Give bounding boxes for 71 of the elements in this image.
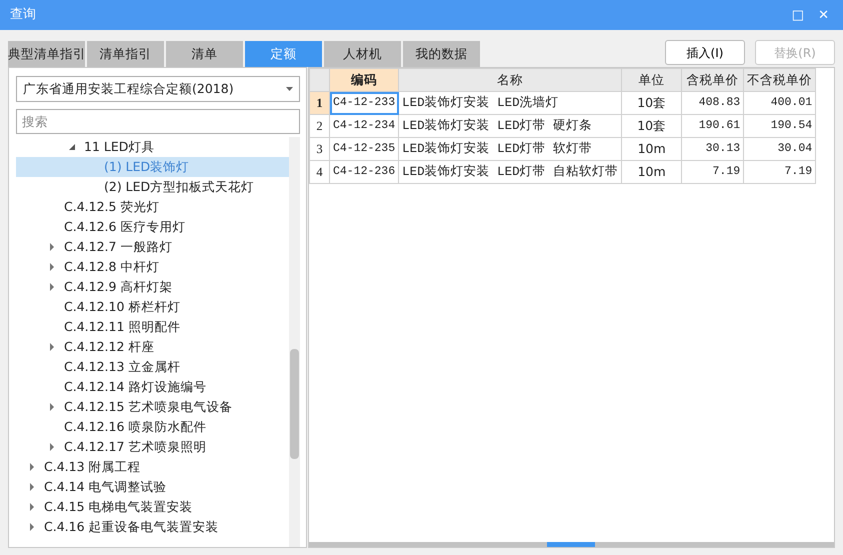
collapsed-arrow-icon[interactable] bbox=[28, 463, 36, 471]
collapsed-arrow-icon[interactable] bbox=[48, 403, 56, 411]
table-cell: C4-12-234 bbox=[330, 114, 399, 138]
table-cell: 7.19 bbox=[744, 160, 816, 184]
table-cell: 30.13 bbox=[682, 138, 744, 160]
tab[interactable]: 典型清单指引 bbox=[8, 41, 85, 67]
tree-item[interactable]: C.4.12.10 桥栏杆灯 bbox=[16, 297, 289, 317]
row-number[interactable]: 1 bbox=[310, 92, 330, 114]
table-cell: 408.83 bbox=[682, 92, 744, 114]
tree-item[interactable]: 11 LED灯具 bbox=[16, 137, 289, 157]
tree-item[interactable]: C.4.12.7 一般路灯 bbox=[16, 237, 289, 257]
row-number[interactable]: 2 bbox=[310, 114, 330, 138]
table-cell: LED装饰灯安装 LED洗墙灯 bbox=[398, 92, 622, 114]
row-number[interactable]: 4 bbox=[310, 160, 330, 184]
table-cell: 30.04 bbox=[744, 138, 816, 160]
column-header[interactable]: 单位 bbox=[622, 68, 682, 92]
insert-button[interactable]: 插入(I) bbox=[665, 40, 745, 65]
collapsed-arrow-icon[interactable] bbox=[28, 503, 36, 511]
column-header[interactable]: 不含税单价 bbox=[744, 68, 816, 92]
tree-item[interactable]: C.4.12.6 医疗专用灯 bbox=[16, 217, 289, 237]
tree-item[interactable]: C.4.13 附属工程 bbox=[16, 457, 289, 477]
table-cell: C4-12-233 bbox=[330, 92, 399, 114]
tree-item[interactable]: C.4.15 电梯电气装置安装 bbox=[16, 497, 289, 517]
column-header[interactable]: 编码 bbox=[330, 68, 399, 92]
table-cell: LED装饰灯安装 LED灯带 硬灯条 bbox=[398, 114, 622, 138]
collapsed-arrow-icon[interactable] bbox=[48, 443, 56, 451]
table-cell: C4-12-236 bbox=[330, 160, 399, 184]
tree-item[interactable]: C.4.12.17 艺术喷泉照明 bbox=[16, 437, 289, 457]
tree-item[interactable]: C.4.12.8 中杆灯 bbox=[16, 257, 289, 277]
tree-item[interactable]: C.4.12.5 荧光灯 bbox=[16, 197, 289, 217]
tree-item[interactable]: C.4.12.12 杆座 bbox=[16, 337, 289, 357]
tab[interactable]: 人材机 bbox=[324, 41, 401, 67]
tree-item[interactable]: C.4.12.15 艺术喷泉电气设备 bbox=[16, 397, 289, 417]
library-dropdown[interactable]: 广东省通用安装工程综合定额(2018) bbox=[16, 76, 300, 102]
tree-item[interactable]: C.4.12.11 照明配件 bbox=[16, 317, 289, 337]
tree-item[interactable]: C.4.16 起重设备电气装置安装 bbox=[16, 517, 289, 537]
row-number[interactable]: 3 bbox=[310, 138, 330, 160]
collapsed-arrow-icon[interactable] bbox=[48, 343, 56, 351]
table-cell: LED装饰灯安装 LED灯带 软灯带 bbox=[398, 138, 622, 160]
table-cell: 190.61 bbox=[682, 114, 744, 138]
expanded-arrow-icon[interactable] bbox=[68, 143, 76, 151]
tree-item[interactable]: (2) LED方型扣板式天花灯 bbox=[16, 177, 289, 197]
tree-item[interactable]: C.4.12.13 立金属杆 bbox=[16, 357, 289, 377]
table-cell: 10m bbox=[622, 160, 682, 184]
collapsed-arrow-icon[interactable] bbox=[48, 243, 56, 251]
tree-item[interactable]: C.4.14 电气调整试验 bbox=[16, 477, 289, 497]
scrollbar[interactable] bbox=[289, 137, 300, 547]
tree-item[interactable]: C.4.12.14 路灯设施编号 bbox=[16, 377, 289, 397]
window-title: 查询 bbox=[10, 6, 37, 24]
table-cell: 10套 bbox=[622, 92, 682, 114]
tab[interactable]: 我的数据 bbox=[403, 41, 480, 67]
collapsed-arrow-icon[interactable] bbox=[28, 483, 36, 491]
tab[interactable]: 清单 bbox=[166, 41, 243, 67]
table-cell: 190.54 bbox=[744, 114, 816, 138]
search-field[interactable]: 搜索 bbox=[16, 109, 300, 134]
tree-item[interactable]: C.4.12.16 喷泉防水配件 bbox=[16, 417, 289, 437]
tree-item[interactable]: C.4.12.9 高杆灯架 bbox=[16, 277, 289, 297]
collapsed-arrow-icon[interactable] bbox=[48, 263, 56, 271]
table-cell: 10m bbox=[622, 138, 682, 160]
table-cell: C4-12-235 bbox=[330, 138, 399, 160]
column-header[interactable]: 含税单价 bbox=[682, 68, 744, 92]
collapsed-arrow-icon[interactable] bbox=[28, 523, 36, 531]
column-header[interactable]: 名称 bbox=[398, 68, 622, 92]
table-cell: LED装饰灯安装 LED灯带 自粘软灯带 bbox=[398, 160, 622, 184]
table-cell: 7.19 bbox=[682, 160, 744, 184]
table-cell: 10套 bbox=[622, 114, 682, 138]
collapsed-arrow-icon[interactable] bbox=[48, 283, 56, 291]
splitter-handle[interactable] bbox=[309, 542, 834, 547]
table-cell: 400.01 bbox=[744, 92, 816, 114]
tab[interactable]: 清单指引 bbox=[87, 41, 164, 67]
caret-icon bbox=[286, 87, 293, 91]
